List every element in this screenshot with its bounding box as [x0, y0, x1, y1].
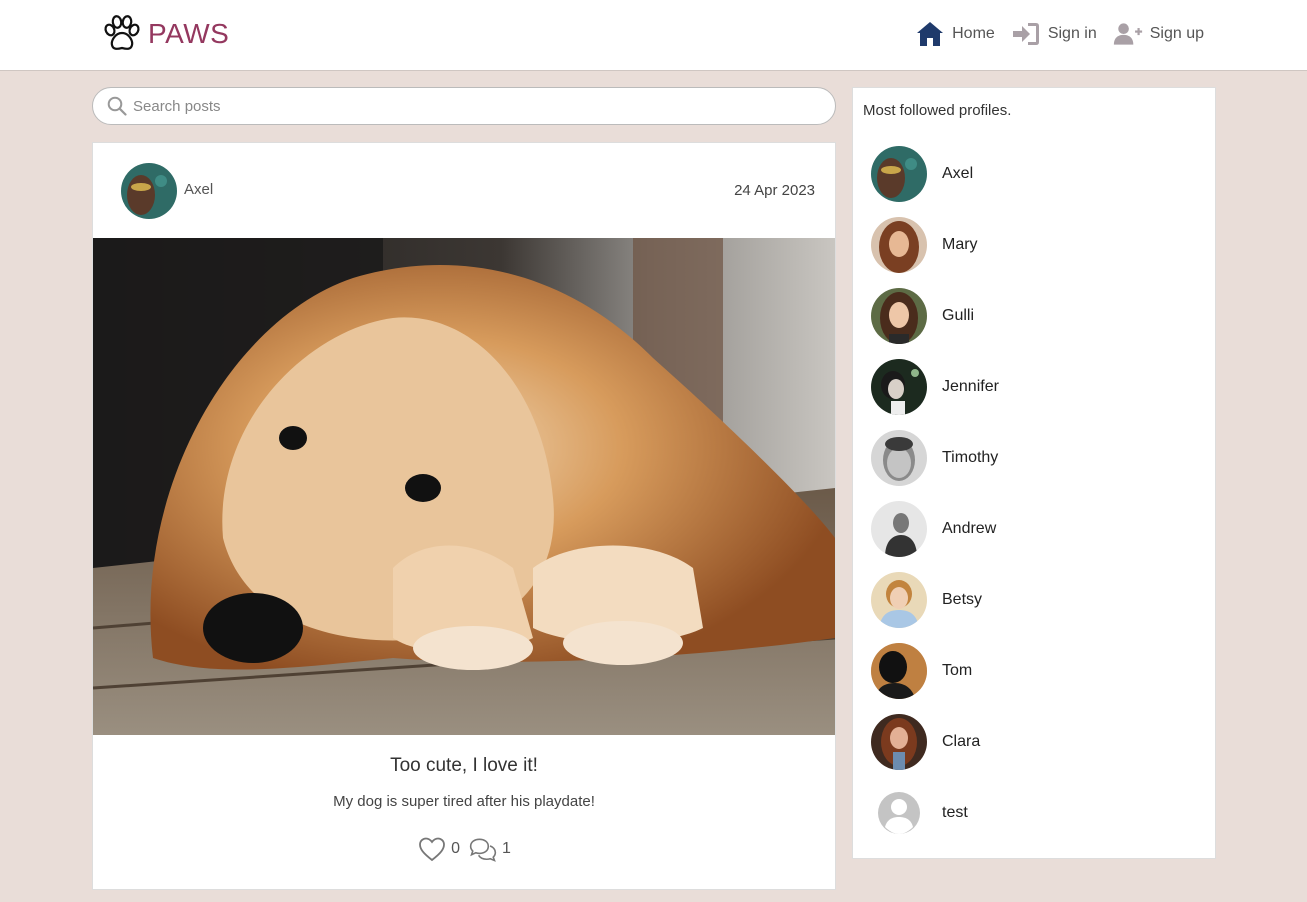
profile-name: Timothy — [942, 448, 999, 466]
profile-item[interactable]: Clara — [871, 706, 1201, 777]
popular-profiles-panel: Most followed profiles. Axel Mary Gulli … — [852, 87, 1216, 859]
nav-links: Home Sign in Sign up — [899, 20, 1204, 48]
search-icon — [107, 96, 127, 116]
sidebar-title: Most followed profiles. — [863, 102, 1012, 119]
post-author-avatar[interactable] — [121, 163, 177, 219]
nav-sign-up-label: Sign up — [1149, 25, 1204, 42]
profile-name: Tom — [942, 661, 973, 679]
profile-name: test — [942, 803, 968, 821]
post-header: Axel 24 Apr 2023 — [93, 143, 835, 238]
sign-in-icon — [1012, 23, 1039, 45]
post-author-name[interactable]: Axel — [184, 181, 213, 198]
profile-item[interactable]: Mary — [871, 209, 1201, 280]
default-user-icon — [878, 791, 920, 834]
navbar: PAWS Home Sign in Sign up — [0, 0, 1307, 71]
post-image — [93, 238, 835, 735]
avatar — [871, 216, 927, 273]
profile-item[interactable]: Betsy — [871, 564, 1201, 635]
nav-sign-in-link[interactable]: Sign in — [1011, 20, 1097, 48]
profile-item[interactable]: Timothy — [871, 422, 1201, 493]
like-count: 0 — [451, 840, 460, 857]
dog-photo — [93, 238, 835, 735]
profile-item[interactable]: test — [871, 777, 1201, 848]
search-bar — [92, 87, 836, 125]
profile-item[interactable]: Tom — [871, 635, 1201, 706]
post-card: Axel 24 Apr 2023 Too cute, I love it! My… — [92, 142, 836, 890]
profile-name: Betsy — [942, 590, 983, 608]
home-icon — [917, 22, 944, 46]
avatar-image — [121, 163, 177, 219]
brand-name: PAWS — [148, 18, 230, 49]
avatar — [871, 358, 927, 415]
avatar — [871, 429, 927, 486]
profile-name: Jennifer — [942, 377, 999, 395]
nav-home-link[interactable]: Home — [915, 20, 995, 48]
post-title: Too cute, I love it! — [390, 755, 538, 776]
comment-count: 1 — [502, 840, 511, 857]
profile-item[interactable]: Gulli — [871, 280, 1201, 351]
heart-icon[interactable] — [417, 835, 447, 863]
profile-name: Andrew — [942, 519, 997, 537]
avatar — [871, 145, 927, 202]
profile-name: Gulli — [942, 306, 975, 324]
avatar — [871, 642, 927, 699]
post-date: 24 Apr 2023 — [734, 182, 815, 199]
nav-sign-in-label: Sign in — [1047, 25, 1097, 42]
profile-item[interactable]: Jennifer — [871, 351, 1201, 422]
search-input[interactable] — [133, 97, 813, 115]
nav-sign-up-link[interactable]: Sign up — [1113, 20, 1204, 48]
profile-name: Axel — [942, 164, 974, 182]
avatar — [871, 571, 927, 628]
post-actions: 0 1 — [93, 835, 835, 863]
profile-name: Mary — [942, 235, 978, 253]
avatar — [871, 500, 927, 557]
post-text: My dog is super tired after his playdate… — [333, 793, 595, 810]
avatar — [871, 287, 927, 344]
nav-home-label: Home — [952, 25, 995, 42]
brand-logo-link[interactable]: PAWS — [101, 13, 229, 55]
profile-item[interactable]: Andrew — [871, 493, 1201, 564]
profile-name: Clara — [942, 732, 981, 750]
profile-list: Axel Mary Gulli Jennifer Timothy Andrew … — [871, 138, 1201, 848]
comments-icon[interactable] — [468, 835, 498, 863]
avatar — [871, 785, 927, 841]
paw-icon — [104, 15, 140, 50]
like-action: 0 — [417, 835, 460, 863]
avatar — [871, 713, 927, 770]
comment-action: 1 — [468, 835, 511, 863]
user-plus-icon — [1113, 23, 1142, 45]
profile-item[interactable]: Axel — [871, 138, 1201, 209]
